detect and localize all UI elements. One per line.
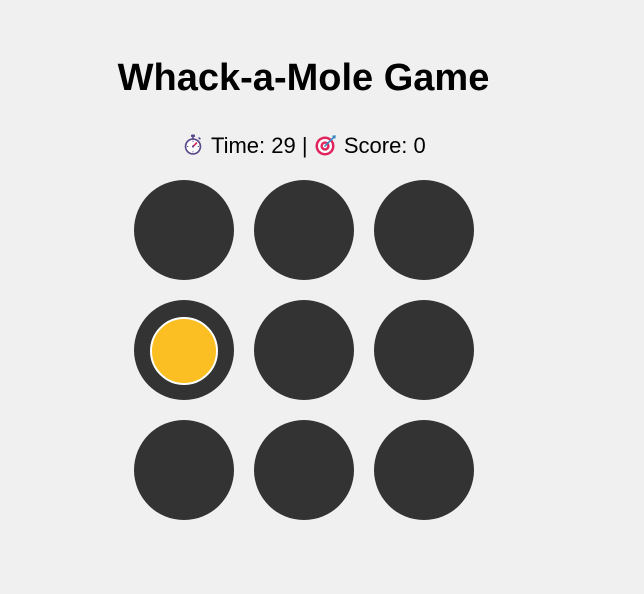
status-separator: | <box>301 133 308 158</box>
hole-4[interactable] <box>134 300 234 400</box>
hole-1[interactable] <box>134 180 234 280</box>
game-title: Whack-a-Mole Game <box>117 57 490 99</box>
hole-8[interactable] <box>254 420 354 520</box>
hole-7[interactable] <box>134 420 234 520</box>
hole-6[interactable] <box>374 300 474 400</box>
score-label: Score: 0 <box>343 133 426 158</box>
mole[interactable] <box>150 317 218 385</box>
hole-5[interactable] <box>254 300 354 400</box>
hole-2[interactable] <box>254 180 354 280</box>
mole-grid <box>134 180 474 520</box>
game-status: Time: 29 | Score: 0 <box>0 132 607 160</box>
stopwatch-icon <box>181 133 205 157</box>
hole-3[interactable] <box>374 180 474 280</box>
target-icon <box>314 133 338 157</box>
hole-9[interactable] <box>374 420 474 520</box>
time-label: Time: 29 <box>210 133 296 158</box>
